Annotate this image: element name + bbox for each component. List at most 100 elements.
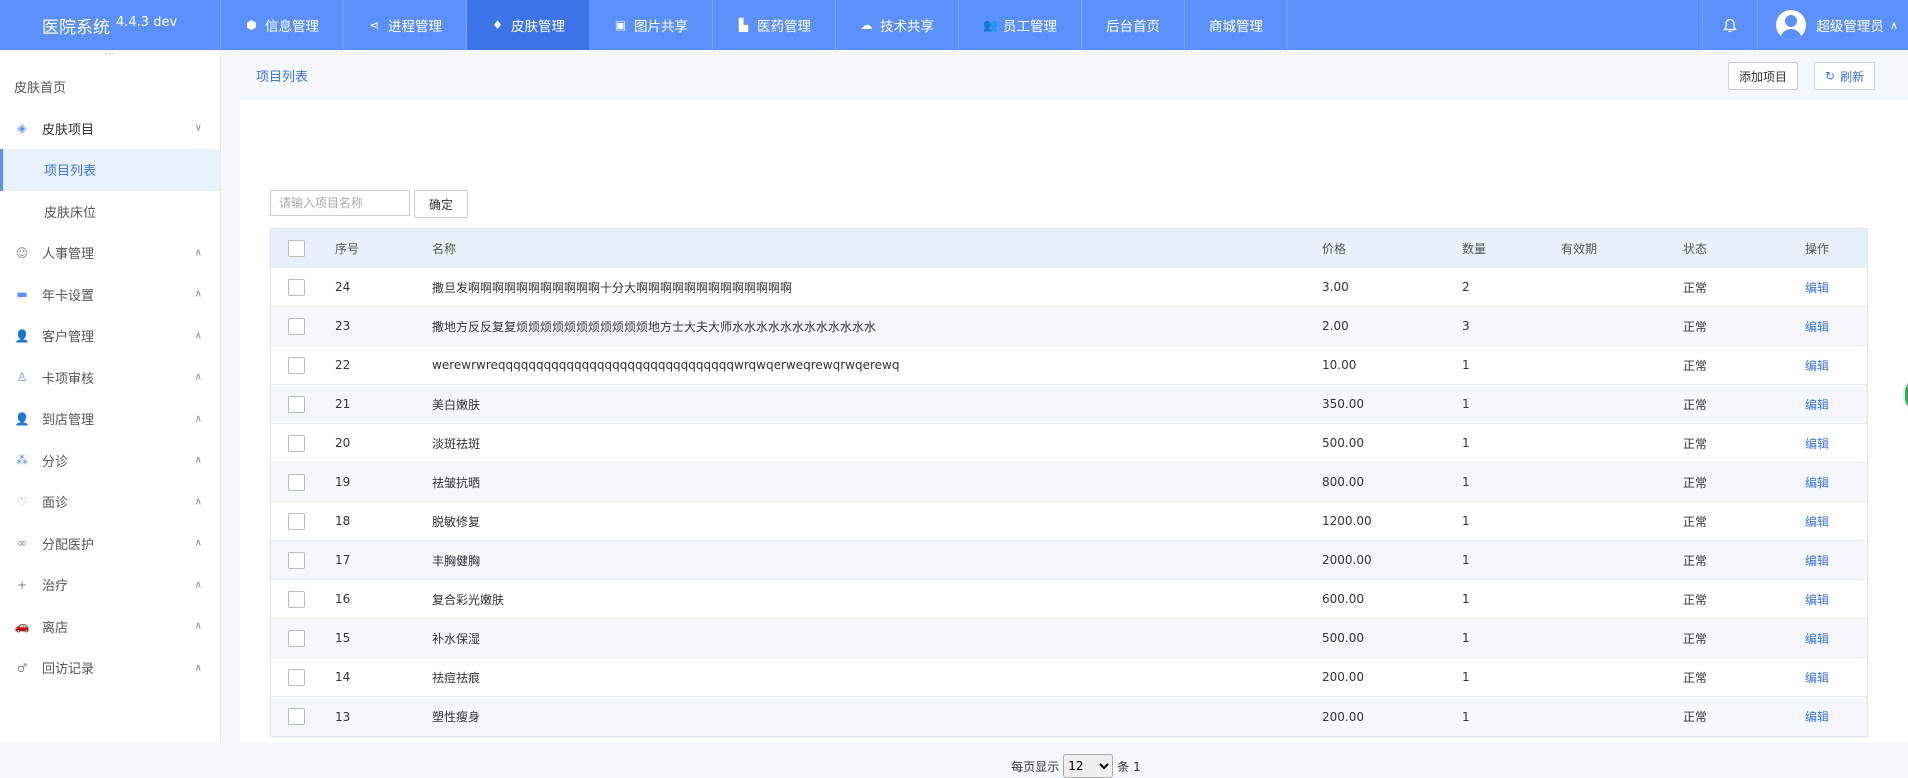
edit-link[interactable]: 编辑 <box>1805 281 1829 295</box>
edit-link[interactable]: 编辑 <box>1805 554 1829 568</box>
select-all-checkbox[interactable] <box>271 239 335 257</box>
cell-qty: 1 <box>1462 514 1470 528</box>
sidebar-item-arrival[interactable]: 👤 到店管理 ∧ <box>0 398 220 440</box>
edit-link[interactable]: 编辑 <box>1805 359 1829 373</box>
sidebar-item-treatment[interactable]: + 治疗 ∧ <box>0 564 220 606</box>
main-nav: ⬢ 信息管理 ⋖ 进程管理 ♦ 皮肤管理 ▣ 图片共享 ▙ 医药管理 ☁ 技术共享 👥 员工管… <box>221 0 1288 50</box>
checkbox[interactable] <box>287 590 305 608</box>
cell-name: 美白嫩肤 <box>432 397 481 412</box>
checkbox[interactable] <box>287 708 305 725</box>
row-checkbox[interactable] <box>271 668 335 686</box>
row-checkbox[interactable] <box>271 395 335 413</box>
nav-item-tech[interactable]: ☁ 技术共享 <box>836 0 959 50</box>
checkbox[interactable] <box>287 395 305 413</box>
cell-price: 350.00 <box>1322 397 1364 411</box>
row-checkbox[interactable] <box>271 629 335 647</box>
checkbox[interactable] <box>287 434 305 452</box>
checkbox[interactable] <box>287 551 305 569</box>
edit-link[interactable]: 编辑 <box>1805 671 1829 685</box>
nav-item-skin[interactable]: ♦ 皮肤管理 <box>467 0 590 50</box>
col-header-price: 价格 <box>1322 241 1347 256</box>
nav-item-admin-home[interactable]: 后台首页 <box>1082 0 1185 50</box>
table-header: 序号 名称 价格 数量 有效期 状态 操作 <box>271 229 1867 268</box>
refresh-label: 刷新 <box>1840 69 1865 84</box>
search-input[interactable] <box>270 190 410 216</box>
nav-item-mall[interactable]: 商城管理 <box>1185 0 1288 50</box>
nav-item-info[interactable]: ⬢ 信息管理 <box>221 0 344 50</box>
sidebar-item-followup[interactable]: ♂ 回访记录 ∧ <box>0 647 220 689</box>
sidebar-group-skin-items[interactable]: ◈ 皮肤项目 ∨ <box>0 108 220 150</box>
folder-icon: ▬ <box>16 287 28 302</box>
checkbox[interactable] <box>287 356 305 374</box>
sidebar-handle[interactable]: ⋯ <box>0 50 220 66</box>
nav-item-process[interactable]: ⋖ 进程管理 <box>344 0 467 50</box>
edit-link[interactable]: 编辑 <box>1805 632 1829 646</box>
nav-label: 商城管理 <box>1209 19 1263 35</box>
table-row: 16 复合彩光嫩肤 600.00 1 正常 编辑 <box>271 580 1867 619</box>
cell-op: 编辑 <box>1805 279 1865 296</box>
row-checkbox[interactable] <box>271 708 335 725</box>
cell-price: 2000.00 <box>1322 553 1372 567</box>
nav-item-images[interactable]: ▣ 图片共享 <box>590 0 713 50</box>
row-checkbox[interactable] <box>271 551 335 569</box>
checkbox[interactable] <box>287 317 305 335</box>
edit-link[interactable]: 编辑 <box>1805 437 1829 451</box>
edit-link[interactable]: 编辑 <box>1805 476 1829 490</box>
main-content: 项目列表 添加项目 ↻ 刷新 确定 序号 名称 价格 数量 有效期 状态 操作 2… <box>222 50 1908 778</box>
row-checkbox[interactable] <box>271 473 335 491</box>
refresh-button[interactable]: ↻ 刷新 <box>1814 62 1876 90</box>
page-size-select[interactable]: 12 <box>1063 754 1114 778</box>
confirm-button[interactable]: 确定 <box>414 190 469 218</box>
sidebar-item-label: 人事管理 <box>42 247 95 263</box>
sidebar-item-project-list[interactable]: 项目列表 <box>0 149 220 191</box>
row-checkbox[interactable] <box>271 512 335 530</box>
sidebar-item-card-review[interactable]: ♙ 卡项审核 ∧ <box>0 357 220 399</box>
checkbox[interactable] <box>287 512 305 530</box>
row-checkbox[interactable] <box>271 590 335 608</box>
checkbox[interactable] <box>287 668 305 686</box>
cell-status: 正常 <box>1683 436 1708 451</box>
nav-label: 皮肤管理 <box>511 19 565 35</box>
sidebar-item-departure[interactable]: 🚗 离店 ∧ <box>0 606 220 648</box>
user-menu[interactable]: 超级管理员 ∧ <box>1758 0 1908 50</box>
add-project-button[interactable]: 添加项目 <box>1728 62 1799 90</box>
row-checkbox[interactable] <box>271 356 335 374</box>
edit-link[interactable]: 编辑 <box>1805 593 1829 607</box>
cell-price: 500.00 <box>1322 631 1364 645</box>
sidebar-item-consult[interactable]: ♡ 面诊 ∧ <box>0 481 220 523</box>
col-header-valid: 有效期 <box>1561 241 1598 256</box>
checkbox[interactable] <box>287 473 305 491</box>
row-checkbox[interactable] <box>271 278 335 296</box>
share-icon: ⋖ <box>369 18 380 32</box>
row-checkbox[interactable] <box>271 434 335 452</box>
cell-status: 正常 <box>1683 475 1708 490</box>
checkbox[interactable] <box>287 629 305 647</box>
nav-item-staff[interactable]: 👥 员工管理 <box>959 0 1082 50</box>
male-icon: ♂ <box>16 660 28 675</box>
table-row: 21 美白嫩肤 350.00 1 正常 编辑 <box>271 385 1867 424</box>
pager-prefix: 每页显示 <box>1011 759 1060 774</box>
sidebar-item-annual-card[interactable]: ▬ 年卡设置 ∧ <box>0 274 220 316</box>
checkbox[interactable] <box>287 278 305 296</box>
notification-button[interactable] <box>1702 0 1759 50</box>
sidebar-item-hr[interactable]: ☺ 人事管理 ∧ <box>0 232 220 274</box>
edit-link[interactable]: 编辑 <box>1805 398 1829 412</box>
edit-link[interactable]: 编辑 <box>1805 710 1829 724</box>
checkbox[interactable] <box>287 239 305 257</box>
cell-op: 编辑 <box>1805 396 1865 413</box>
nav-item-medicine[interactable]: ▙ 医药管理 <box>713 0 836 50</box>
sidebar-item-triage[interactable]: ⁂ 分诊 ∧ <box>0 440 220 482</box>
edit-link[interactable]: 编辑 <box>1805 515 1829 529</box>
sidebar-item-label: 卡项审核 <box>42 371 95 387</box>
sidebar-item-label: 皮肤首页 <box>14 81 67 97</box>
brand[interactable]: 医院系统 4.4.3 dev <box>0 0 221 50</box>
user-gear-icon: 👤 <box>14 411 30 426</box>
edit-link[interactable]: 编辑 <box>1805 320 1829 334</box>
sidebar-item-assign-staff[interactable]: ∞ 分配医护 ∧ <box>0 523 220 565</box>
sidebar-item-skin-home[interactable]: 皮肤首页 <box>0 66 220 108</box>
sidebar-item-skin-bed[interactable]: 皮肤床位 <box>0 191 220 233</box>
sidebar-item-label: 项目列表 <box>44 164 97 180</box>
cloud-icon: ☁ <box>860 18 873 32</box>
sidebar-item-customers[interactable]: 👤 客户管理 ∧ <box>0 315 220 357</box>
row-checkbox[interactable] <box>271 317 335 335</box>
